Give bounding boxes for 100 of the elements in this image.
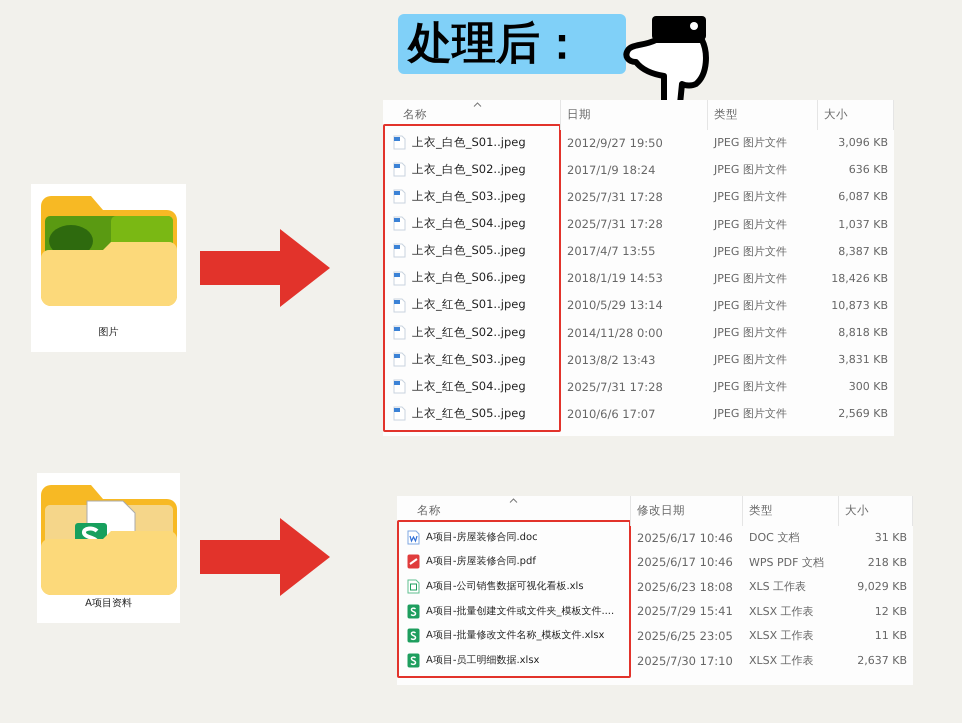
image-file-icon bbox=[393, 324, 406, 340]
type-cell-text: JPEG 图片文件 bbox=[714, 298, 787, 314]
size-cell-text: 11 KB bbox=[874, 628, 907, 644]
size-cell-text: 636 KB bbox=[848, 162, 888, 178]
right-arrow-icon bbox=[200, 229, 330, 307]
type-cell-text: JPEG 图片文件 bbox=[714, 216, 787, 233]
file-name-item[interactable]: 上衣_白色_S04..jpeg bbox=[385, 210, 559, 238]
file-name-item[interactable]: 上衣_红色_S02..jpeg bbox=[385, 318, 559, 346]
size-cell-text: 6,087 KB bbox=[838, 189, 888, 206]
file-name-item[interactable]: 上衣_红色_S03..jpeg bbox=[385, 346, 559, 373]
type-cell-text: JPEG 图片文件 bbox=[714, 270, 787, 287]
folder-card[interactable]: A项目资料 bbox=[37, 473, 180, 623]
type-cell-text: XLSX 工作表 bbox=[749, 628, 814, 644]
file-name-item[interactable]: A项目-员工明细数据.xlsx bbox=[399, 648, 629, 673]
file-name-item[interactable]: 上衣_白色_S03..jpeg bbox=[385, 183, 559, 210]
image-file-icon bbox=[393, 216, 406, 232]
date-cell: 2025/7/31 17:28 bbox=[567, 216, 663, 234]
type-cell-text: JPEG 图片文件 bbox=[714, 406, 787, 422]
file-name-item[interactable]: 上衣_白色_S05..jpeg bbox=[385, 237, 559, 264]
date-cell-text: 2025/6/23 18:08 bbox=[637, 578, 733, 596]
column-header[interactable]: 名称 bbox=[417, 502, 441, 520]
type-cell-text: XLSX 工作表 bbox=[749, 653, 814, 670]
file-name-item[interactable]: 上衣_红色_S04..jpeg bbox=[385, 372, 559, 400]
type-cell-text: JPEG 图片文件 bbox=[714, 189, 787, 206]
column-header[interactable]: 类型 bbox=[749, 502, 773, 520]
image-file-icon bbox=[393, 243, 406, 258]
folder-name: 图片 bbox=[98, 326, 118, 340]
image-file-icon bbox=[393, 378, 406, 394]
image-file-icon bbox=[393, 406, 406, 421]
size-cell-text: 9,029 KB bbox=[857, 579, 907, 596]
date-cell: 2025/6/25 23:05 bbox=[637, 628, 733, 646]
type-cell-text: XLS 工作表 bbox=[749, 579, 806, 596]
type-cell-text: JPEG 图片文件 bbox=[714, 162, 787, 178]
date-cell-text: 2012/9/27 19:50 bbox=[567, 134, 663, 152]
date-cell: 2025/7/31 17:28 bbox=[567, 189, 663, 206]
image-file-icon bbox=[393, 298, 406, 313]
date-cell-text: 2017/4/7 13:55 bbox=[567, 243, 656, 260]
type-cell-text: JPEG 图片文件 bbox=[714, 352, 787, 368]
column-header[interactable]: 修改日期 bbox=[637, 502, 685, 520]
size-cell-text: 3,831 KB bbox=[838, 352, 888, 368]
date-cell: 2013/8/2 13:43 bbox=[567, 352, 656, 369]
file-name-item[interactable]: 上衣_红色_S05..jpeg bbox=[385, 400, 559, 428]
image-file-icon bbox=[393, 352, 406, 367]
type-cell-text: JPEG 图片文件 bbox=[714, 135, 787, 152]
date-cell: 2014/11/28 0:00 bbox=[567, 324, 663, 342]
spreadsheet-file-icon bbox=[407, 604, 420, 619]
size-cell-text: 12 KB bbox=[874, 604, 907, 620]
file-name-item[interactable]: A项目-批量修改文件名称_模板文件.xlsx bbox=[399, 623, 629, 648]
size-cell-text: 2,637 KB bbox=[857, 653, 907, 670]
pdf-file-icon bbox=[407, 554, 420, 570]
image-file-icon bbox=[393, 135, 406, 150]
date-cell-text: 2010/5/29 13:14 bbox=[567, 297, 663, 314]
sort-caret-icon[interactable] bbox=[509, 498, 518, 503]
size-cell-text: 31 KB bbox=[874, 530, 907, 546]
size-cell-text: 8,818 KB bbox=[838, 324, 888, 341]
date-cell-text: 2025/6/17 10:46 bbox=[637, 554, 733, 572]
size-cell-text: 10,873 KB bbox=[831, 298, 888, 314]
folder-card[interactable]: 图片 bbox=[31, 184, 186, 352]
size-cell-text: 300 KB bbox=[848, 379, 888, 396]
column-header[interactable]: 类型 bbox=[714, 106, 738, 124]
type-cell-text: JPEG 图片文件 bbox=[714, 324, 787, 341]
column-header[interactable]: 大小 bbox=[845, 502, 869, 520]
column-header[interactable]: 大小 bbox=[824, 106, 848, 124]
sort-caret-icon[interactable] bbox=[473, 102, 482, 107]
type-cell-text: JPEG 图片文件 bbox=[714, 379, 787, 396]
file-name-item[interactable]: A项目-房屋装修合同.pdf bbox=[399, 550, 629, 574]
file-name-item[interactable]: A项目-批量创建文件或文件夹_模板文件.... bbox=[399, 598, 629, 624]
date-cell: 2025/7/30 17:10 bbox=[637, 652, 733, 670]
file-name-item[interactable]: A项目-公司销售数据可视化看板.xls bbox=[399, 574, 629, 599]
size-cell-text: 2,569 KB bbox=[838, 406, 888, 422]
image-file-icon bbox=[393, 189, 406, 204]
folder-icon bbox=[40, 196, 176, 306]
date-cell-text: 2010/6/6 17:07 bbox=[567, 406, 656, 423]
file-name-item[interactable]: A项目-房屋装修合同.doc bbox=[399, 525, 629, 550]
date-cell-text: 2025/7/31 17:28 bbox=[567, 378, 663, 396]
file-name-item[interactable]: 上衣_白色_S06..jpeg bbox=[385, 264, 559, 292]
date-cell: 2025/6/17 10:46 bbox=[637, 530, 733, 547]
size-cell-text: 1,037 KB bbox=[838, 216, 888, 233]
folder-name: A项目资料 bbox=[85, 596, 132, 611]
size-cell-text: 3,096 KB bbox=[838, 135, 888, 152]
type-cell-text: DOC 文档 bbox=[749, 530, 800, 546]
document-file-icon bbox=[407, 530, 420, 545]
spreadsheet-file-icon bbox=[407, 628, 420, 644]
column-header[interactable]: 日期 bbox=[567, 106, 591, 124]
type-cell-text: JPEG 图片文件 bbox=[714, 244, 787, 260]
title-label: 处理后： bbox=[398, 14, 626, 74]
file-name-item[interactable]: 上衣_红色_S01..jpeg bbox=[385, 292, 559, 319]
image-file-icon bbox=[393, 270, 406, 286]
file-name-item[interactable]: 上衣_白色_S01..jpeg bbox=[385, 129, 559, 156]
column-header[interactable]: 名称 bbox=[403, 106, 427, 124]
size-cell-text: 218 KB bbox=[868, 554, 907, 571]
file-name-item[interactable]: 上衣_白色_S02..jpeg bbox=[385, 156, 559, 184]
folder-icon bbox=[40, 485, 176, 595]
type-cell-text: XLSX 工作表 bbox=[749, 604, 814, 620]
spreadsheet-file-icon bbox=[407, 578, 420, 594]
date-cell-text: 2025/7/29 15:41 bbox=[637, 603, 733, 620]
size-cell-text: 8,387 KB bbox=[838, 244, 888, 260]
type-cell-text: WPS PDF 文档 bbox=[749, 554, 824, 571]
spreadsheet-file-icon bbox=[407, 652, 420, 668]
right-arrow-icon bbox=[200, 518, 330, 596]
